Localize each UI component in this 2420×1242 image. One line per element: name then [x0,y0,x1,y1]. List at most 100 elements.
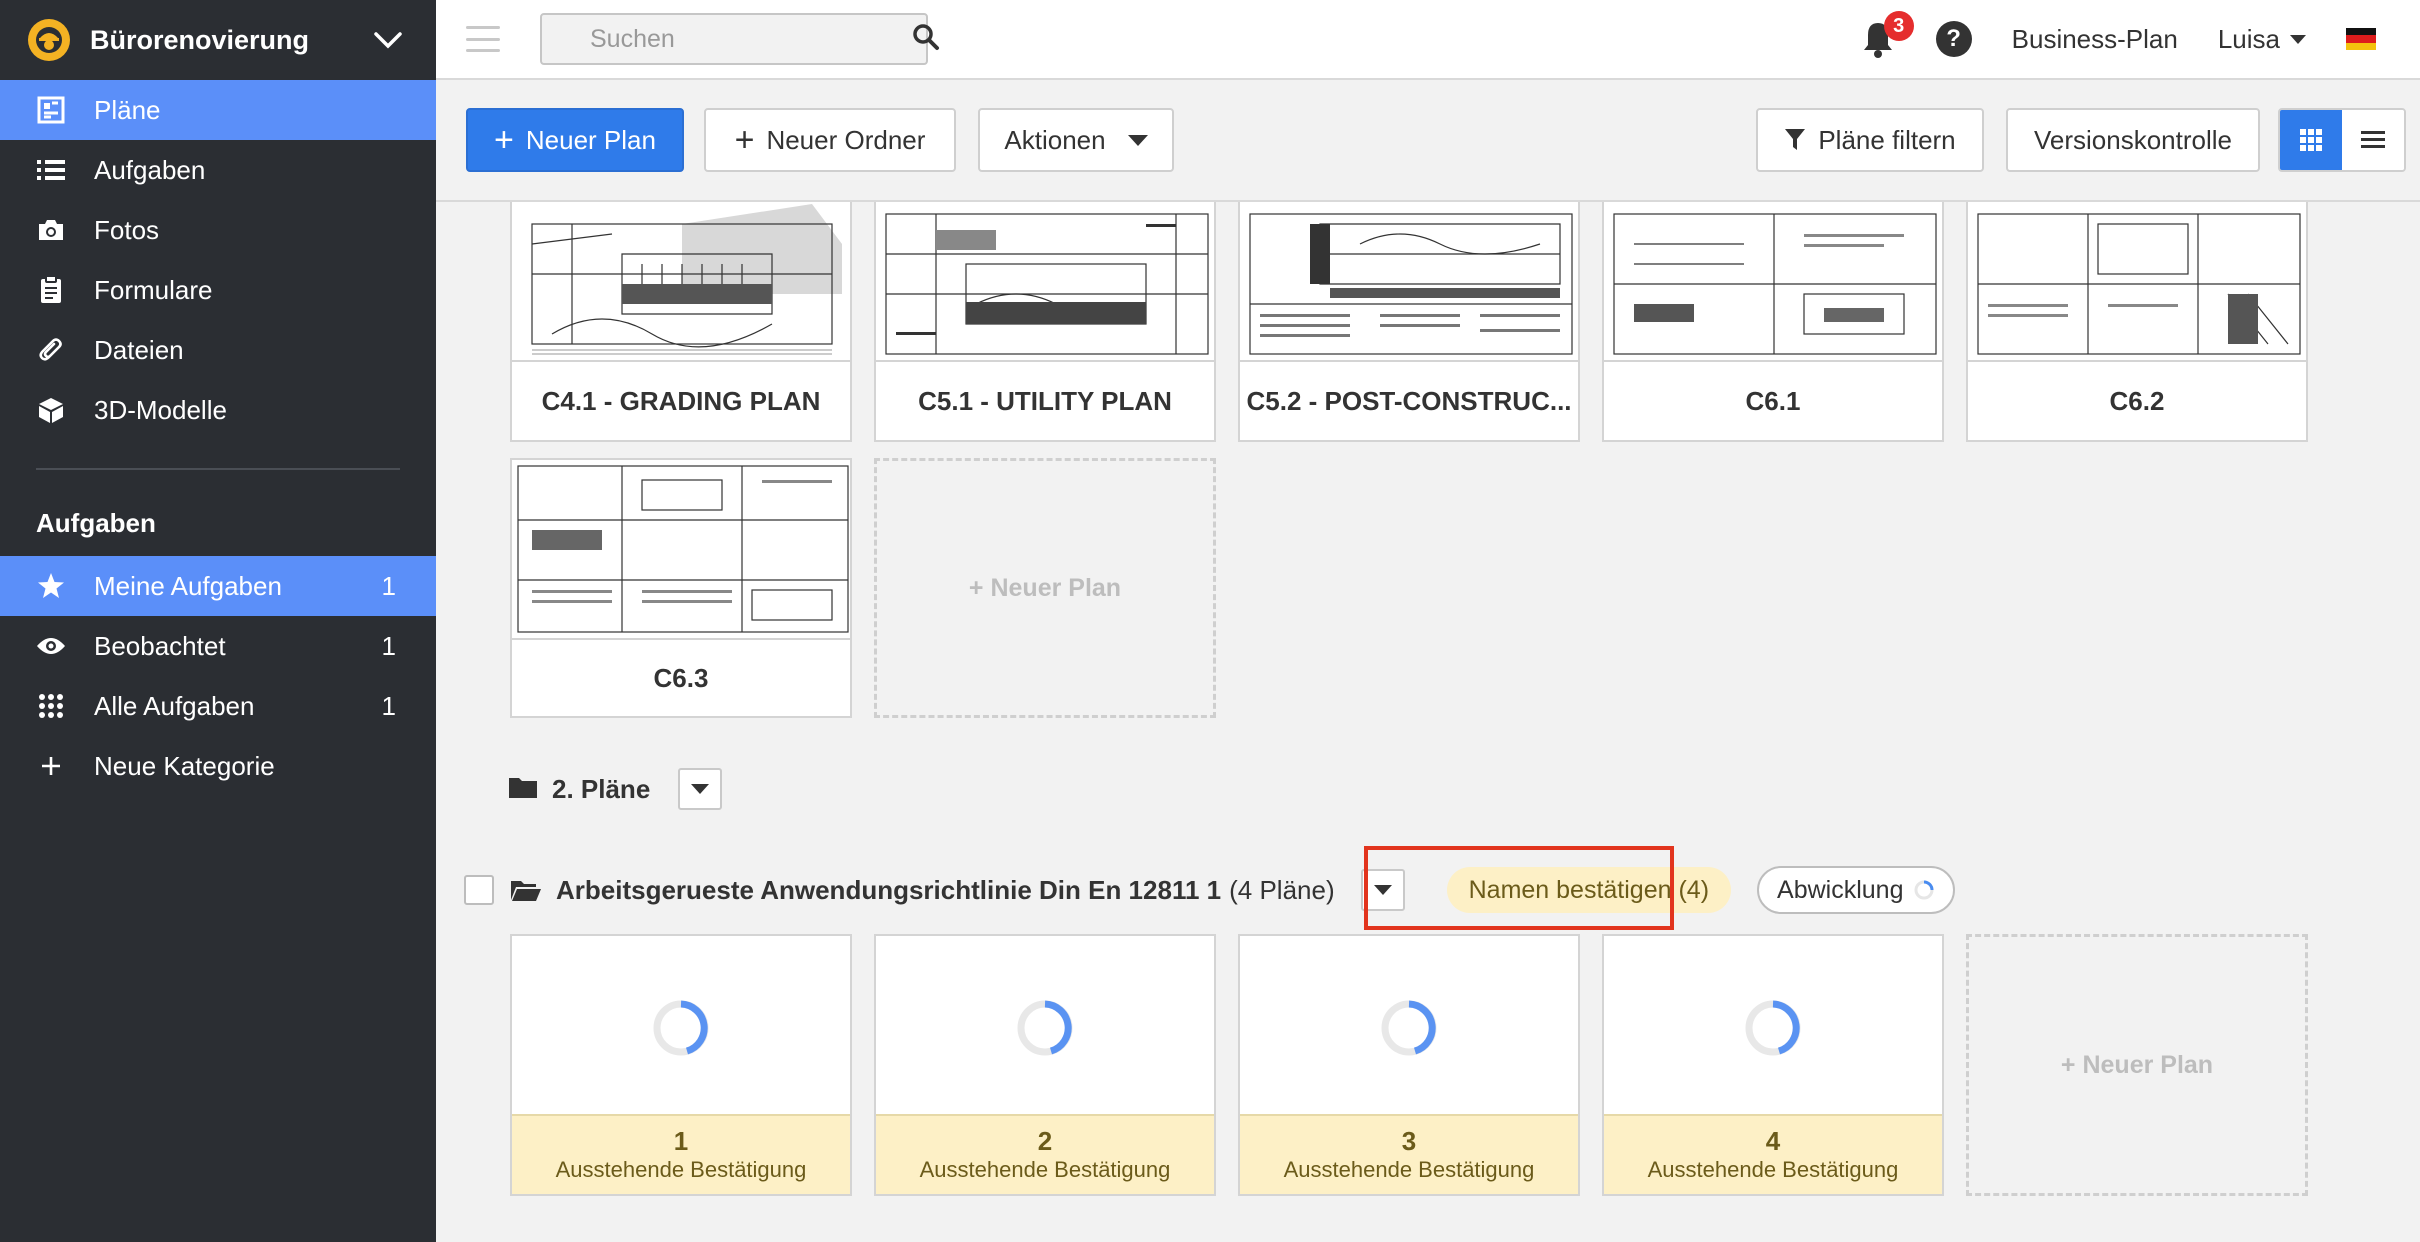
plan-card[interactable]: C6.1 [1602,202,1944,442]
plan-name: C5.1 - UTILITY PLAN [876,360,1214,440]
folder-open-icon [510,878,542,902]
sidebar-item-label: Formulare [94,274,213,305]
eye-icon [36,631,66,661]
sidebar-item-label: Fotos [94,214,160,245]
version-control-label: Versionskontrolle [2034,124,2232,155]
paperclip-icon [36,335,66,365]
task-count: 1 [381,630,396,661]
list-view-icon[interactable] [2342,110,2404,170]
plus-icon [36,751,66,781]
sidebar-section-title: Aufgaben [36,507,156,538]
pending-plan-card[interactable]: 3 Ausstehende Bestätigung [1238,934,1580,1196]
loading-spinner-icon [1743,998,1803,1058]
sidebar-item-label: 3D-Modelle [94,394,227,425]
plan-number: 3 [1401,1125,1417,1156]
plan-card[interactable]: C6.2 [1966,202,2308,442]
pending-plan-card[interactable]: 1 Ausstehende Bestätigung [510,934,852,1196]
folder-checkbox[interactable] [464,875,494,905]
sidebar-item-watched[interactable]: Beobachtet 1 [0,616,436,676]
plan-status: Ausstehende Bestätigung [919,1156,1171,1182]
task-count: 1 [381,570,396,601]
plus-icon: + [734,121,755,159]
folder-title[interactable]: Arbeitsgerueste Anwendungsrichtlinie Din… [556,875,1221,906]
actions-dropdown[interactable]: Aktionen [978,108,1174,172]
cube-icon [36,395,66,425]
pending-status: 3 Ausstehende Bestätigung [1240,1114,1578,1194]
sidebar-item-label: Aufgaben [94,154,206,185]
folder-row: Arbeitsgerueste Anwendungsrichtlinie Din… [464,866,1956,914]
notification-count-badge: 3 [1883,11,1914,41]
folder-dropdown-button[interactable] [678,768,723,810]
plan-card[interactable]: C5.1 - UTILITY PLAN [874,202,1216,442]
loading-spinner-icon [1379,998,1439,1058]
plan-thumbnail [512,202,850,362]
hamburger-menu-icon[interactable] [466,26,500,52]
german-flag-icon[interactable] [2346,28,2376,50]
user-menu[interactable]: Luisa [2218,24,2306,55]
pending-plan-card[interactable]: 2 Ausstehende Bestätigung [874,934,1216,1196]
plan-number: 4 [1765,1125,1781,1156]
sidebar-item-forms[interactable]: Formulare [0,260,436,320]
filter-plans-button[interactable]: Pläne filtern [1756,108,1984,172]
plan-card[interactable]: C6.3 [510,458,852,718]
plan-thumbnail [876,202,1214,362]
loading-spinner-icon [1913,879,1935,901]
project-header[interactable]: Bürorenovierung [0,0,436,80]
new-plan-tile[interactable]: + Neuer Plan [1966,934,2308,1196]
camera-icon [36,215,66,245]
sidebar-item-label: Meine Aufgaben [94,570,282,601]
sidebar-item-new-category[interactable]: Neue Kategorie [0,736,436,796]
plus-icon: + [494,121,514,159]
plan-name: C6.2 [1968,360,2306,440]
actions-label: Aktionen [1004,124,1106,155]
top-bar: 3 ? Business-Plan Luisa [436,0,2420,80]
pending-status: 4 Ausstehende Bestätigung [1604,1114,1942,1194]
user-name: Luisa [2217,23,2280,54]
chevron-down-icon[interactable] [368,20,408,60]
plans-icon [36,95,66,125]
grid-view-icon[interactable] [2280,110,2342,170]
caret-down-icon [2290,34,2306,44]
plan-thumbnail [512,460,850,638]
search-box[interactable] [540,13,939,65]
plan-name: C5.2 - POST-CONSTRUC... [1240,360,1578,440]
version-control-button[interactable]: Versionskontrolle [2006,108,2260,172]
plan-thumbnail [1968,202,2306,362]
sidebar-item-plans[interactable]: Pläne [0,80,436,140]
new-plan-tile[interactable]: + Neuer Plan [874,458,1216,718]
new-folder-button[interactable]: + Neuer Ordner [704,108,956,172]
plan-card[interactable]: C4.1 - GRADING PLAN [510,202,852,442]
help-icon[interactable]: ? [1935,21,1972,57]
star-icon [36,571,66,601]
sidebar-item-3d-models[interactable]: 3D-Modelle [0,380,436,440]
loading-spinner-icon [651,998,711,1058]
filter-icon [1784,128,1806,152]
plan-card[interactable]: C5.2 - POST-CONSTRUC... [1238,202,1580,442]
sidebar-item-tasks[interactable]: Aufgaben [0,140,436,200]
list-icon [36,155,66,185]
plan-number: 2 [1037,1125,1053,1156]
sidebar-item-all-tasks[interactable]: Alle Aufgaben 1 [0,676,436,736]
search-icon[interactable] [912,23,940,56]
pending-status: 2 Ausstehende Bestätigung [876,1114,1214,1194]
clipboard-icon [36,275,66,305]
notifications-bell-icon[interactable]: 3 [1860,11,1914,59]
pending-status: 1 Ausstehende Bestätigung [512,1114,850,1194]
sidebar-item-photos[interactable]: Fotos [0,200,436,260]
plan-status: Ausstehende Bestätigung [555,1156,807,1182]
folder-title: 2. Pläne [552,773,651,804]
sidebar-item-my-tasks[interactable]: Meine Aufgaben 1 [0,556,436,616]
new-plan-button[interactable]: + Neuer Plan [466,108,684,172]
grid-dots-icon [36,691,66,721]
search-input[interactable] [590,24,912,54]
view-toggle [2278,108,2406,172]
task-count: 1 [381,690,396,721]
sidebar-item-files[interactable]: Dateien [0,320,436,380]
loading-spinner-icon [1015,998,1075,1058]
pending-plan-card[interactable]: 4 Ausstehende Bestätigung [1602,934,1944,1196]
folder-row[interactable]: 2. Pläne [508,768,723,810]
processing-label: Abwicklung [1777,875,1904,904]
business-plan-link[interactable]: Business-Plan [2012,24,2178,55]
project-name: Bürorenovierung [90,24,310,55]
new-plan-label: Neuer Plan [525,124,656,155]
